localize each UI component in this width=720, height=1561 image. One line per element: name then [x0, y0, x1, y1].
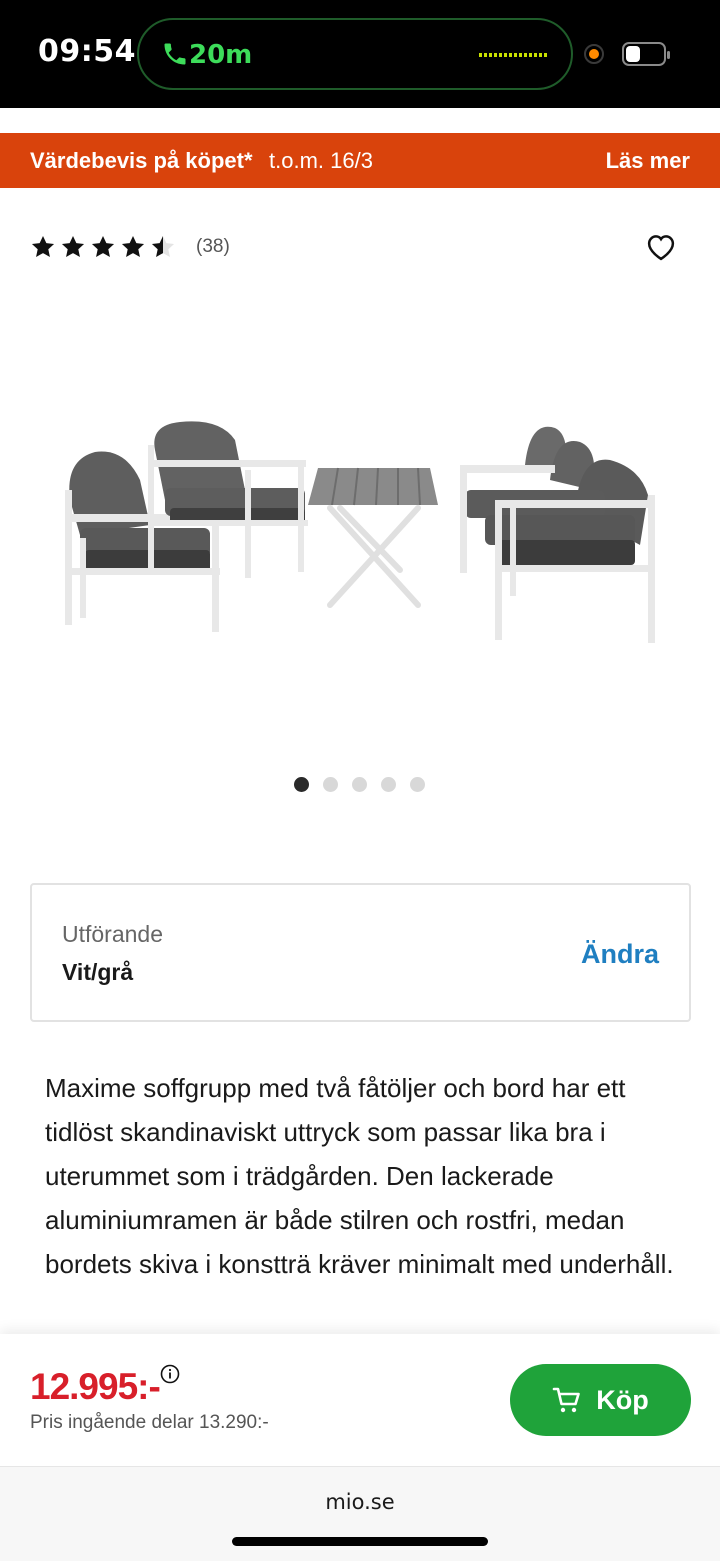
rating-count: (38) — [196, 236, 230, 257]
buy-button[interactable]: Köp — [510, 1364, 691, 1436]
promo-date: t.o.m. 16/3 — [269, 148, 373, 173]
variant-change-button[interactable]: Ändra — [581, 939, 659, 970]
promo-read-more-link[interactable]: Läs mer — [606, 148, 690, 174]
variant-selector[interactable]: Utförande Vit/grå Ändra — [30, 883, 691, 1022]
status-time: 09:54 — [38, 34, 136, 69]
status-bar: 09:54 20m — [0, 0, 720, 108]
star-icon — [121, 235, 145, 257]
carousel-dot[interactable] — [352, 777, 367, 792]
carousel-dot[interactable] — [410, 777, 425, 792]
coffee-table — [308, 467, 438, 608]
carousel-dot[interactable] — [294, 777, 309, 792]
buy-bar: 12.995:- Pris ingående delar 13.290:- Kö… — [0, 1334, 720, 1466]
audio-waveform-icon — [479, 53, 547, 57]
battery-icon — [622, 42, 670, 66]
url-text[interactable]: mio.se — [0, 1490, 720, 1514]
price: 12.995:- — [30, 1366, 161, 1407]
cart-icon — [552, 1387, 581, 1413]
price-components: Pris ingående delar 13.290:- — [30, 1412, 269, 1433]
carousel-dot[interactable] — [381, 777, 396, 792]
info-icon[interactable] — [160, 1364, 180, 1384]
phone-icon — [164, 43, 186, 65]
variant-value: Vit/grå — [62, 959, 134, 985]
carousel-dots[interactable] — [294, 777, 439, 792]
product-image[interactable] — [40, 410, 680, 660]
recording-indicator-icon — [584, 44, 604, 64]
product-rating[interactable]: (38) — [30, 233, 230, 261]
promo-banner[interactable]: Värdebevis på köpet* t.o.m. 16/3 Läs mer — [0, 133, 720, 188]
variant-label: Utförande — [62, 921, 164, 947]
sofa-right — [460, 426, 655, 643]
browser-url-bar[interactable]: mio.se — [0, 1466, 720, 1561]
star-half-icon — [151, 235, 175, 257]
star-icon — [91, 235, 115, 257]
promo-title: Värdebevis på köpet* — [30, 148, 253, 173]
product-description: Maxime soffgrupp med två fåtöljer och bo… — [45, 1073, 674, 1279]
carousel-dot[interactable] — [323, 777, 338, 792]
heart-icon[interactable] — [646, 233, 676, 261]
buy-label: Köp — [596, 1384, 649, 1415]
dynamic-island[interactable]: 20m — [137, 18, 573, 90]
star-icon — [31, 235, 55, 257]
home-indicator[interactable] — [232, 1537, 488, 1546]
star-icon — [61, 235, 85, 257]
call-duration: 20m — [189, 40, 253, 70]
